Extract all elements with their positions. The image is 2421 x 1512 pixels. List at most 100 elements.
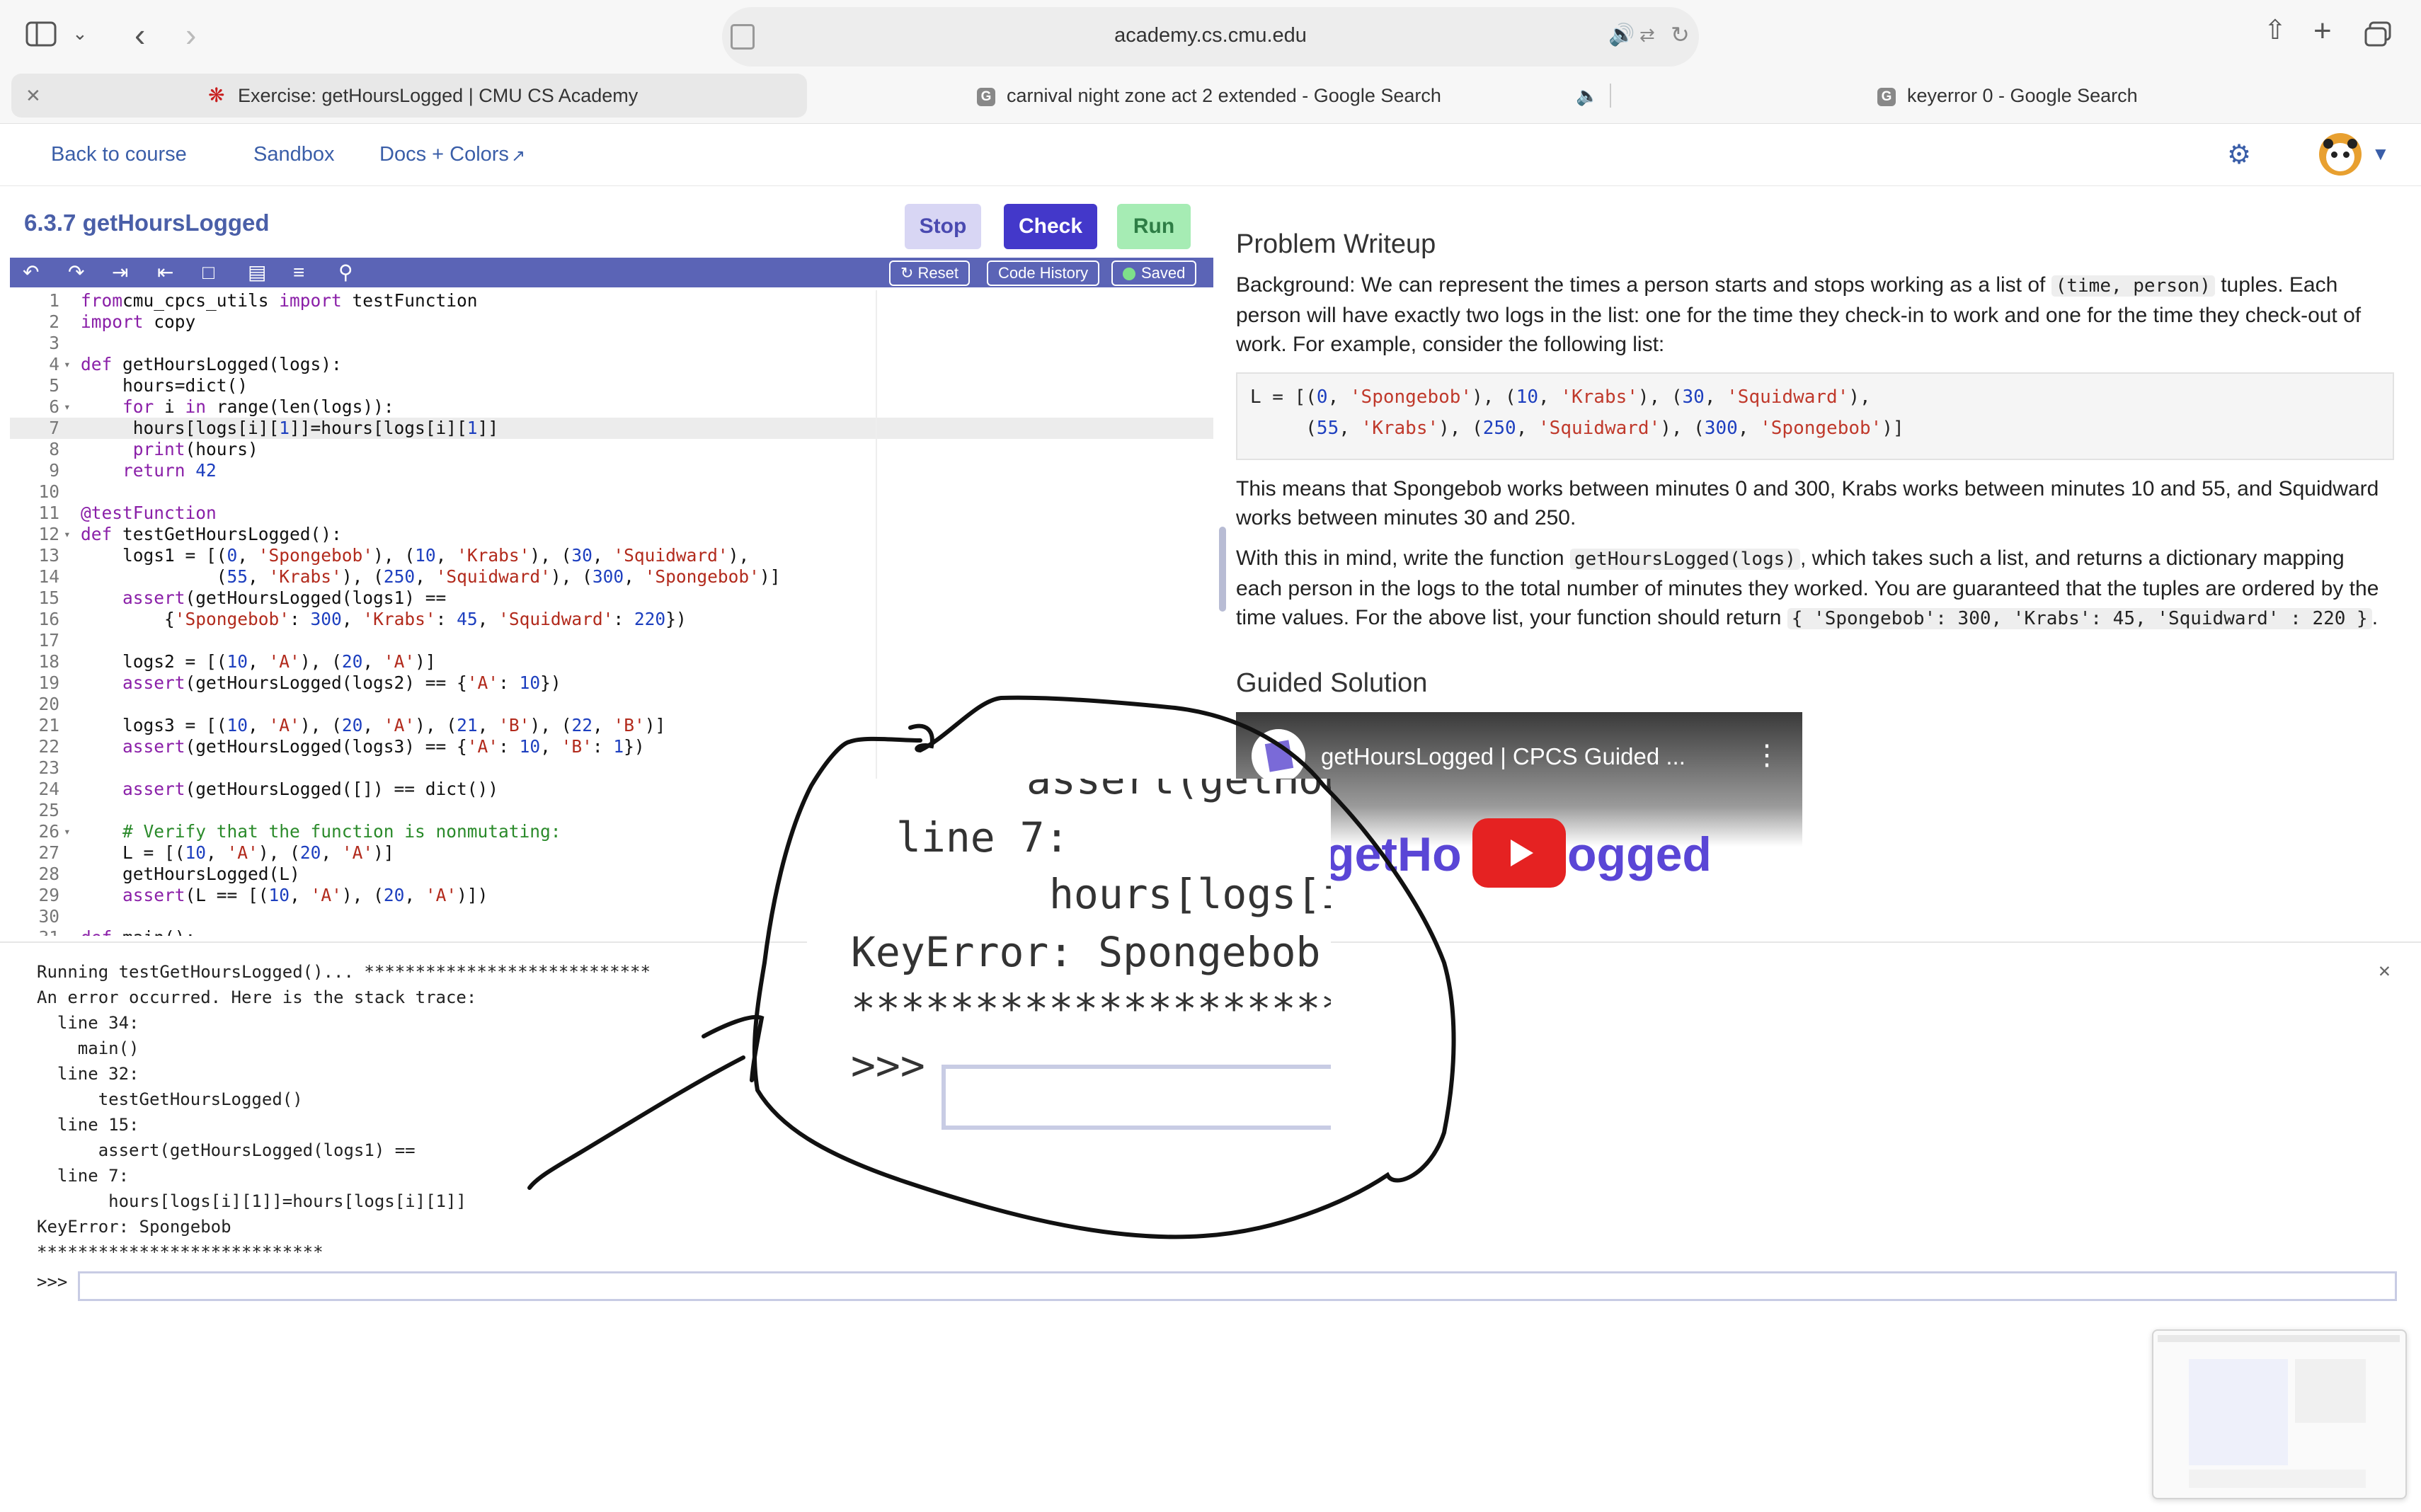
code-line[interactable]: 10: [10, 481, 1213, 503]
line-number: 9: [49, 460, 59, 481]
writeup-scrollbar[interactable]: [1219, 527, 1226, 612]
saved-dot-icon: [1123, 268, 1135, 281]
guided-solution-title: Guided Solution: [1236, 668, 1428, 698]
fold-arrow-icon[interactable]: ▾: [64, 354, 71, 375]
code-text: import copy: [81, 311, 196, 332]
line-number: 18: [38, 651, 59, 672]
code-line[interactable]: 22 assert(getHoursLogged(logs3) == {'A':…: [10, 736, 1213, 757]
docs-colors-link[interactable]: Docs + Colors: [379, 143, 509, 166]
chevron-down-icon[interactable]: ⌄: [72, 24, 88, 42]
sandbox-link[interactable]: Sandbox: [253, 143, 335, 166]
line-number: 25: [38, 800, 59, 820]
share-icon[interactable]: ⇧: [2264, 17, 2286, 44]
play-icon: [1511, 840, 1533, 866]
screenshot-thumbnail[interactable]: [2152, 1329, 2407, 1499]
avatar[interactable]: [2319, 133, 2362, 176]
back-to-course-link[interactable]: Back to course: [51, 143, 187, 166]
writeup-meaning: This means that Spongebob works between …: [1236, 477, 2379, 529]
play-button[interactable]: [1472, 818, 1566, 888]
new-tab-icon[interactable]: +: [2313, 16, 2332, 47]
close-console-icon[interactable]: ✕: [2379, 958, 2391, 982]
redo-icon[interactable]: ↷: [68, 260, 84, 285]
code-line[interactable]: 21 logs3 = [(10, 'A'), (20, 'A'), (21, '…: [10, 715, 1213, 736]
fold-arrow-icon[interactable]: ▾: [64, 821, 71, 842]
tab-keyerror-search[interactable]: G keyerror 0 - Google Search: [1611, 74, 2411, 118]
line-number: 24: [38, 779, 59, 799]
sidebar-toggle-icon[interactable]: [25, 21, 57, 52]
run-button[interactable]: Run: [1117, 204, 1191, 249]
code-text: def getHoursLogged(logs):: [81, 354, 342, 374]
code-text: L = [(10, 'A'), (20, 'A')]: [81, 842, 394, 863]
back-arrow-icon[interactable]: ‹: [134, 18, 145, 51]
reload-icon[interactable]: ↻: [1671, 21, 1690, 48]
video-title[interactable]: getHoursLogged | CPCS Guided ...: [1321, 743, 1685, 770]
search-icon[interactable]: ⚲: [338, 260, 353, 285]
more-options-icon[interactable]: ⋮: [1753, 739, 1781, 772]
undo-icon[interactable]: ↶: [23, 260, 39, 285]
account-dropdown-icon[interactable]: ▼: [2371, 143, 2390, 165]
code-line[interactable]: 16 {'Spongebob': 300, 'Krabs': 45, 'Squi…: [10, 609, 1213, 630]
code-line[interactable]: 5 hours=dict(): [10, 375, 1213, 396]
code-line[interactable]: 23: [10, 757, 1213, 779]
tab-exercise[interactable]: ✕ ❋ Exercise: getHoursLogged | CMU CS Ac…: [11, 74, 807, 118]
google-favicon-icon: G: [1877, 74, 1906, 118]
speaker-icon[interactable]: 🔊: [1608, 23, 1635, 47]
fold-arrow-icon[interactable]: ▾: [64, 396, 71, 418]
line-number: 16: [38, 609, 59, 629]
tab-label: keyerror 0 - Google Search: [1907, 85, 2138, 106]
console-line: Running testGetHoursLogged()... ********…: [37, 962, 651, 982]
code-line[interactable]: 15 assert(getHoursLogged(logs1) ==: [10, 588, 1213, 609]
tab-carnival-search[interactable]: G carnival night zone act 2 extended - G…: [807, 74, 1607, 118]
code-line[interactable]: 12 ▾ def testGetHoursLogged():: [10, 524, 1213, 545]
line-number: 30: [38, 906, 59, 927]
code-line[interactable]: 13 logs1 = [(0, 'Spongebob'), (10, 'Krab…: [10, 545, 1213, 566]
stop-button[interactable]: Stop: [905, 204, 981, 249]
code-line[interactable]: 6 ▾ for i in range(len(logs)):: [10, 396, 1213, 418]
fold-arrow-icon[interactable]: ▾: [64, 927, 71, 936]
line-number: 31: [10, 927, 59, 936]
forward-arrow-icon[interactable]: ›: [185, 18, 196, 51]
channel-avatar: [1252, 729, 1305, 783]
fold-arrow-icon[interactable]: ▾: [64, 524, 71, 545]
tab-overview-icon[interactable]: [2364, 21, 2393, 52]
comment-icon[interactable]: □: [202, 260, 214, 285]
code-text: fromcmu_cpcs_utils import testFunction: [81, 290, 478, 311]
close-tab-icon[interactable]: ✕: [25, 74, 41, 118]
code-text: logs2 = [(10, 'A'), (20, 'A')]: [81, 651, 436, 672]
format-icon[interactable]: ▤: [248, 260, 266, 285]
outdent-icon[interactable]: ⇤: [157, 260, 173, 285]
code-line[interactable]: 2 import copy: [10, 311, 1213, 333]
sort-icon[interactable]: ≡: [293, 260, 304, 285]
inline-code: getHoursLogged(logs): [1569, 549, 1800, 570]
console-line: main(): [37, 1038, 139, 1058]
console-input[interactable]: [78, 1271, 2397, 1301]
code-line[interactable]: 8 print(hours): [10, 439, 1213, 460]
code-line[interactable]: 9 return 42: [10, 460, 1213, 481]
code-line[interactable]: 19 assert(getHoursLogged(logs2) == {'A':…: [10, 672, 1213, 694]
code-text: {'Spongebob': 300, 'Krabs': 45, 'Squidwa…: [81, 609, 687, 629]
address-bar[interactable]: academy.cs.cmu.edu 🔊 ⇄ ↻: [722, 7, 1699, 67]
code-line[interactable]: 17: [10, 630, 1213, 651]
code-line[interactable]: 20: [10, 694, 1213, 715]
translate-icon[interactable]: ⇄: [1639, 24, 1655, 46]
line-number: 27: [38, 842, 59, 863]
gear-icon[interactable]: ⚙: [2227, 139, 2251, 171]
code-line[interactable]: 18 logs2 = [(10, 'A'), (20, 'A')]: [10, 651, 1213, 672]
reset-button[interactable]: ↻ Reset: [889, 260, 971, 286]
code-text: @testFunction: [81, 503, 217, 523]
indent-icon[interactable]: ⇥: [112, 260, 128, 285]
code-history-button[interactable]: Code History: [987, 260, 1100, 286]
code-line[interactable]: 14 (55, 'Krabs'), (250, 'Squidward'), (3…: [10, 566, 1213, 588]
zoom-magnifier: assert(getHour line 7: hours[logs[i] Key…: [807, 779, 1331, 1147]
code-line[interactable]: 4 ▾ def getHoursLogged(logs):: [10, 354, 1213, 375]
thumb-preview: [2189, 1470, 2366, 1488]
code-line[interactable]: 7 hours[logs[i][1]]=hours[logs[i][1]]: [10, 418, 1213, 439]
code-line[interactable]: 3: [10, 333, 1213, 354]
audio-playing-icon[interactable]: 🔈: [1576, 74, 1598, 118]
code-line[interactable]: 1 fromcmu_cpcs_utils import testFunction: [10, 290, 1213, 311]
zoom-input: [942, 1065, 1331, 1130]
code-line[interactable]: 11 @testFunction: [10, 503, 1213, 524]
google-favicon-icon: G: [977, 74, 1005, 118]
check-button[interactable]: Check: [1004, 204, 1097, 249]
code-text: def main():: [81, 927, 195, 936]
